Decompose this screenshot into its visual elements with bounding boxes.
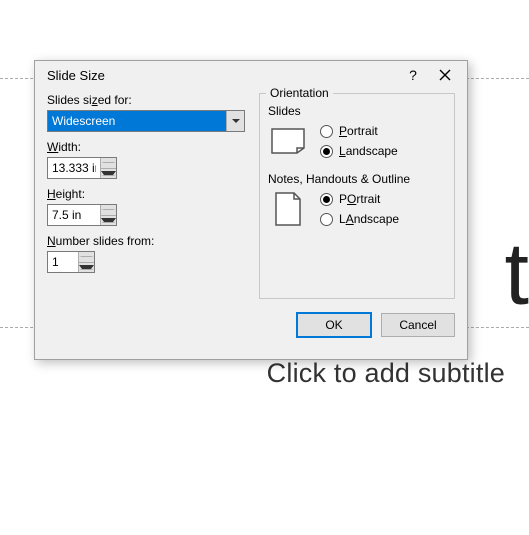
- caret-down-icon: [101, 218, 116, 223]
- help-button[interactable]: ?: [403, 67, 423, 83]
- chevron-down-icon[interactable]: [226, 111, 244, 131]
- subtitle-placeholder[interactable]: Click to add subtitle: [267, 358, 505, 389]
- radio-icon: [320, 193, 333, 206]
- sized-for-value: Widescreen: [48, 111, 226, 131]
- caret-down-icon: [79, 265, 94, 270]
- slides-portrait-radio[interactable]: Portrait: [320, 124, 398, 138]
- sized-for-label: Slides sized for:: [47, 93, 247, 107]
- height-input[interactable]: [48, 205, 100, 225]
- width-spinner[interactable]: [47, 157, 117, 179]
- orientation-title: Orientation: [266, 86, 333, 100]
- notes-landscape-radio[interactable]: LAndscape: [320, 212, 399, 226]
- right-column: Orientation Slides Portrait Landscape: [259, 93, 455, 307]
- caret-up-icon: [101, 162, 116, 163]
- left-column: Slides sized for: Widescreen Width: Heig…: [47, 93, 247, 307]
- radio-icon: [320, 125, 333, 138]
- slide-landscape-icon: [270, 126, 306, 156]
- number-from-input[interactable]: [48, 252, 78, 272]
- slides-section-label: Slides: [268, 104, 446, 118]
- radio-icon: [320, 145, 333, 158]
- height-up-button[interactable]: [101, 205, 116, 216]
- number-from-label: Number slides from:: [47, 234, 247, 248]
- number-down-button[interactable]: [79, 263, 94, 273]
- width-down-button[interactable]: [101, 169, 116, 179]
- notes-portrait-radio[interactable]: POrtrait: [320, 192, 399, 206]
- caret-up-icon: [79, 256, 94, 257]
- width-label: Width:: [47, 140, 247, 154]
- dialog-titlebar: Slide Size ?: [35, 61, 467, 89]
- sized-for-combo[interactable]: Widescreen: [47, 110, 245, 132]
- slide-size-dialog: Slide Size ? Slides sized for: Widescree…: [34, 60, 468, 360]
- number-up-button[interactable]: [79, 252, 94, 263]
- dialog-title: Slide Size: [47, 68, 105, 83]
- height-down-button[interactable]: [101, 216, 116, 226]
- orientation-group: Orientation Slides Portrait Landscape: [259, 93, 455, 299]
- ok-button[interactable]: OK: [297, 313, 371, 337]
- caret-up-icon: [101, 209, 116, 210]
- number-from-spinner[interactable]: [47, 251, 95, 273]
- page-portrait-icon: [270, 194, 306, 224]
- close-button[interactable]: [439, 69, 459, 81]
- height-spinner[interactable]: [47, 204, 117, 226]
- cancel-button[interactable]: Cancel: [381, 313, 455, 337]
- close-icon: [439, 69, 451, 81]
- slides-landscape-radio[interactable]: Landscape: [320, 144, 398, 158]
- height-label: Height:: [47, 187, 247, 201]
- dialog-footer: OK Cancel: [35, 307, 467, 347]
- width-up-button[interactable]: [101, 158, 116, 169]
- title-truncated-text: t: [505, 230, 529, 318]
- width-input[interactable]: [48, 158, 100, 178]
- notes-section-label: Notes, Handouts & Outline: [268, 172, 446, 186]
- caret-down-icon: [101, 171, 116, 176]
- radio-icon: [320, 213, 333, 226]
